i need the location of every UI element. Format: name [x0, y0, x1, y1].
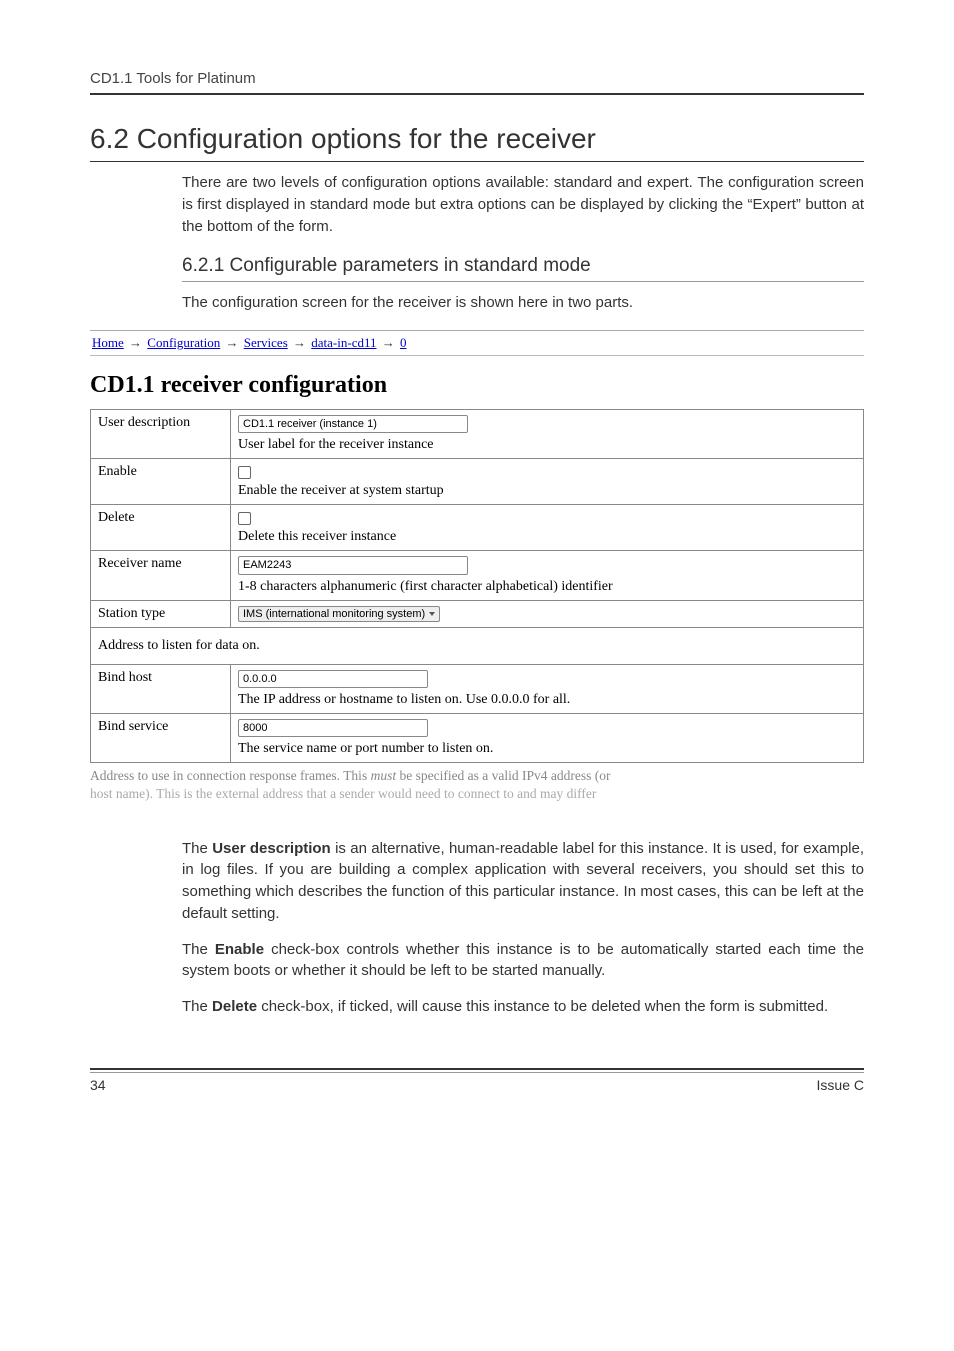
- delete-help: Delete this receiver instance: [238, 529, 856, 545]
- row-bind-service: Bind service 8000 The service name or po…: [91, 713, 864, 762]
- user-description-input[interactable]: CD1.1 receiver (instance 1): [238, 415, 468, 433]
- row-delete: Delete Delete this receiver instance: [91, 505, 864, 551]
- bind-host-help: The IP address or hostname to listen on.…: [238, 692, 856, 708]
- receiver-name-help: 1-8 characters alphanumeric (first chara…: [238, 579, 856, 595]
- issue-label: Issue C: [817, 1077, 864, 1093]
- bind-service-help: The service name or port number to liste…: [238, 741, 856, 757]
- intro-paragraph: There are two levels of configuration op…: [182, 172, 864, 237]
- user-description-help: User label for the receiver instance: [238, 437, 856, 453]
- station-type-select[interactable]: IMS (international monitoring system): [238, 606, 440, 622]
- row-enable: Enable Enable the receiver at system sta…: [91, 459, 864, 505]
- breadcrumb-services[interactable]: Services: [244, 335, 288, 350]
- breadcrumb-sep: →: [380, 335, 397, 350]
- running-header: CD1.1 Tools for Platinum: [90, 70, 864, 95]
- breadcrumb: Home → Configuration → Services → data-i…: [90, 330, 864, 356]
- enable-help: Enable the receiver at system startup: [238, 483, 856, 499]
- explain-delete: The Delete check-box, if ticked, will ca…: [182, 996, 864, 1018]
- enable-checkbox[interactable]: [238, 466, 251, 479]
- breadcrumb-sep: →: [127, 335, 144, 350]
- breadcrumb-configuration[interactable]: Configuration: [147, 335, 220, 350]
- label-bind-service: Bind service: [91, 713, 231, 762]
- page-number: 34: [90, 1077, 106, 1093]
- breadcrumb-sep: →: [223, 335, 240, 350]
- label-receiver-name: Receiver name: [91, 551, 231, 600]
- section-heading: 6.2 Configuration options for the receiv…: [90, 123, 864, 162]
- delete-checkbox[interactable]: [238, 512, 251, 525]
- faded-cutoff-text: Address to use in connection response fr…: [90, 767, 864, 803]
- bind-host-input[interactable]: 0.0.0.0: [238, 670, 428, 688]
- breadcrumb-instance-0[interactable]: 0: [400, 335, 407, 350]
- subsection-heading: 6.2.1 Configurable parameters in standar…: [182, 255, 864, 282]
- bind-service-input[interactable]: 8000: [238, 719, 428, 737]
- config-table: User description CD1.1 receiver (instanc…: [90, 409, 864, 763]
- label-bind-host: Bind host: [91, 664, 231, 713]
- label-enable: Enable: [91, 459, 231, 505]
- page-footer: 34 Issue C: [90, 1072, 864, 1093]
- row-station-type: Station type IMS (international monitori…: [91, 600, 864, 627]
- subsection-intro: The configuration screen for the receive…: [182, 292, 864, 314]
- embedded-screenshot: Home → Configuration → Services → data-i…: [90, 330, 864, 804]
- row-address-section: Address to listen for data on.: [91, 627, 864, 664]
- breadcrumb-home[interactable]: Home: [92, 335, 124, 350]
- config-panel-title: CD1.1 receiver configuration: [90, 372, 864, 399]
- label-station-type: Station type: [91, 600, 231, 627]
- breadcrumb-sep: →: [291, 335, 308, 350]
- label-delete: Delete: [91, 505, 231, 551]
- row-user-description: User description CD1.1 receiver (instanc…: [91, 410, 864, 459]
- explain-user-description: The User description is an alternative, …: [182, 838, 864, 925]
- row-bind-host: Bind host 0.0.0.0 The IP address or host…: [91, 664, 864, 713]
- row-receiver-name: Receiver name EAM2243 1-8 characters alp…: [91, 551, 864, 600]
- explain-enable: The Enable check-box controls whether th…: [182, 939, 864, 983]
- receiver-name-input[interactable]: EAM2243: [238, 556, 468, 574]
- label-user-description: User description: [91, 410, 231, 459]
- address-section-label: Address to listen for data on.: [91, 627, 864, 664]
- breadcrumb-data-in-cd11[interactable]: data-in-cd11: [311, 335, 376, 350]
